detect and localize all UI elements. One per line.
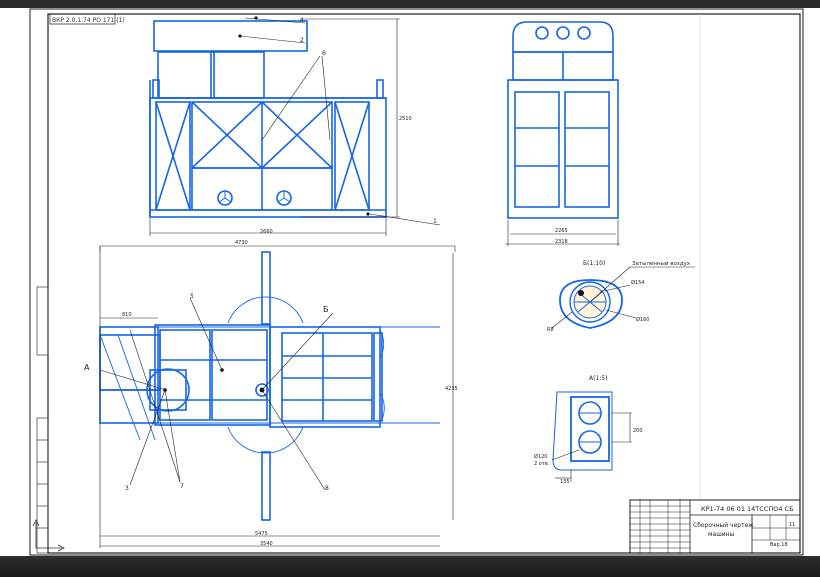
view-b-marker: Б — [323, 305, 329, 314]
title-block-code: КР1-74 06 01 14ТССПО4 СБ — [701, 505, 794, 513]
callout-8: 8 — [325, 485, 329, 492]
detail-a-dim: 200 — [633, 428, 643, 434]
detail-b: Б(1:10) Затыленный воздух Ø154 Ø160 R8 — [547, 260, 695, 333]
title-block-sheet: 11 — [789, 522, 795, 528]
bottom-status-bar — [0, 556, 820, 577]
view-a-marker: А — [84, 363, 90, 372]
left-margin-stamps — [36, 286, 49, 554]
end-view-dim-inner: 2265 — [555, 228, 568, 234]
detail-a-dim-2: 135 — [560, 479, 570, 485]
detail-b-note: Затыленный воздух — [632, 260, 691, 267]
side-view — [149, 20, 387, 218]
callout-5: 5 — [190, 293, 194, 300]
plan-ticks — [99, 246, 456, 252]
callout-6: 6 — [322, 50, 326, 57]
detail-a-note-1: Ø120 — [534, 453, 547, 460]
title-block: КР1-74 06 01 14ТССПО4 СБ Сборочный черте… — [629, 499, 801, 554]
title-block-name-1: Сборочный чертеж — [693, 522, 754, 529]
callout-3: 3 — [125, 485, 129, 492]
plan-dim-right: 4235 — [445, 386, 458, 392]
plan-dim-bottom-2: 3540 — [260, 541, 273, 547]
end-view — [507, 21, 619, 219]
drawing-viewport: ВКР 2.0.1.74 РО 171 (1) 2660 2510 4 2 6 … — [0, 0, 820, 577]
detail-a-note-2: 2 отв. — [534, 461, 550, 467]
title-block-material: Вар.18 — [770, 542, 788, 548]
detail-a: А(1:5) 200 Ø120 2 отв. 135 — [534, 375, 643, 485]
title-block-name-2: машины — [708, 531, 735, 538]
plan-dim-left: 810 — [122, 312, 132, 318]
detail-b-label: Б(1:10) — [583, 260, 605, 267]
sheet-inner-frame — [47, 13, 801, 554]
side-view-height-dim: 2510 — [399, 116, 412, 122]
detail-a-label: А(1:5) — [589, 375, 607, 382]
callout-7: 7 — [180, 483, 184, 490]
plan-view — [99, 251, 383, 521]
plan-view-dimensions — [99, 245, 455, 548]
detail-b-radius: R8 — [547, 327, 554, 333]
sheet-outer-border — [29, 8, 804, 556]
top-label-text: ВКР 2.0.1.74 РО 171 (1) — [52, 17, 125, 24]
plan-dim-bottom-1: 5475 — [255, 531, 268, 537]
engineering-drawing: ВКР 2.0.1.74 РО 171 (1) 2660 2510 4 2 6 … — [29, 8, 804, 556]
detail-b-d1: Ø154 — [631, 279, 644, 286]
end-view-dim-outer: 2318 — [555, 239, 568, 245]
callout-1: 1 — [433, 218, 437, 225]
callout-2: 2 — [300, 37, 304, 44]
detail-b-d2: Ø160 — [636, 316, 649, 323]
plan-dim-top: 4730 — [235, 240, 248, 246]
callout-4: 4 — [300, 17, 304, 24]
side-view-width-dim: 2660 — [260, 229, 273, 235]
